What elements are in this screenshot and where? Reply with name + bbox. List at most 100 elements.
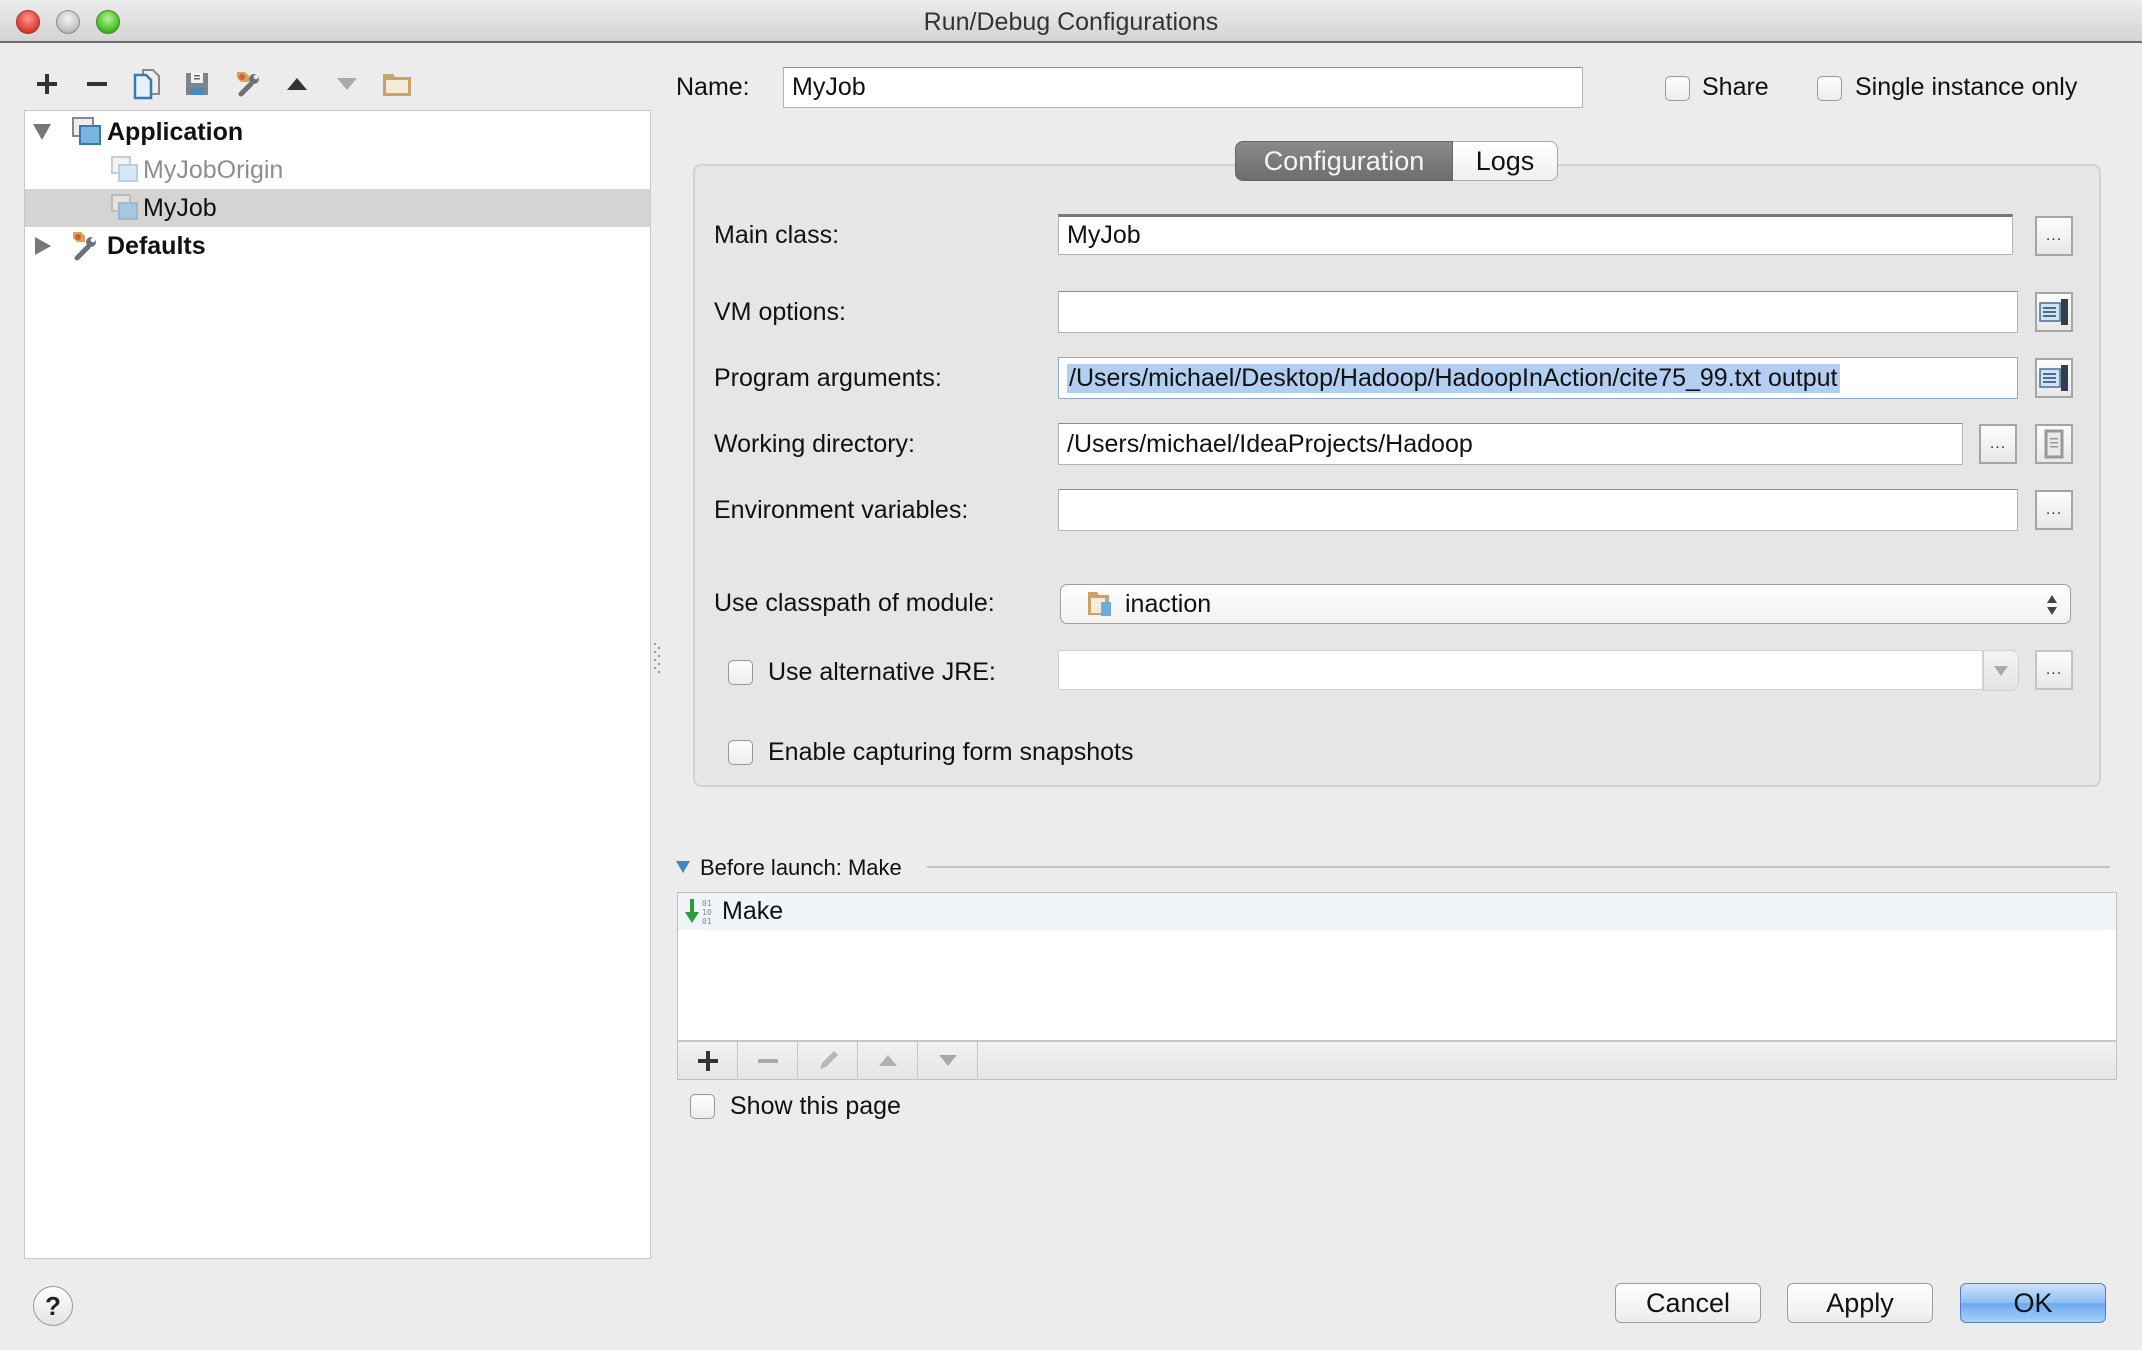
environment-variables-input[interactable] <box>1058 489 2018 531</box>
before-launch-add-button[interactable] <box>678 1042 738 1080</box>
classpath-module-label: Use classpath of module: <box>714 589 995 617</box>
help-icon: ? <box>45 1290 61 1321</box>
before-launch-toolbar <box>677 1040 2117 1080</box>
move-down-button[interactable] <box>331 68 363 100</box>
edit-defaults-button[interactable] <box>231 68 263 100</box>
classpath-module-value: inaction <box>1125 589 1212 618</box>
create-folder-button[interactable] <box>381 68 413 100</box>
remove-configuration-button[interactable] <box>81 68 113 100</box>
single-instance-checkbox[interactable] <box>1817 76 1842 101</box>
splitter-handle[interactable] <box>653 640 661 676</box>
environment-variables-label: Environment variables: <box>714 496 969 524</box>
move-up-button[interactable] <box>281 68 313 100</box>
svg-text:01: 01 <box>702 917 712 926</box>
expand-text-icon <box>2039 299 2068 325</box>
before-launch-title: Before launch: Make <box>700 855 902 880</box>
tab-configuration[interactable]: Configuration <box>1235 141 1453 181</box>
before-launch-edit-button[interactable] <box>798 1042 858 1080</box>
collapse-triangle-icon[interactable] <box>676 861 690 873</box>
vm-options-input[interactable] <box>1058 291 2018 333</box>
alternative-jre-input[interactable] <box>1058 650 1983 690</box>
apply-button[interactable]: Apply <box>1787 1283 1933 1323</box>
vm-options-label: VM options: <box>714 298 847 326</box>
show-this-page-checkbox[interactable] <box>690 1094 715 1119</box>
configuration-panel <box>693 164 2101 787</box>
module-icon <box>1088 592 1111 616</box>
move-up-icon <box>287 78 307 90</box>
tree-label: Application <box>107 117 244 146</box>
copy-icon <box>133 69 160 100</box>
macro-icon <box>2044 429 2064 459</box>
program-arguments-expand-button[interactable] <box>2035 358 2073 398</box>
working-directory-input[interactable]: /Users/michael/IdeaProjects/Hadoop <box>1058 423 1963 465</box>
minus-icon <box>757 1059 778 1063</box>
add-configuration-button[interactable] <box>31 68 63 100</box>
tree-label: MyJobOrigin <box>143 155 284 184</box>
plus-icon <box>697 1051 718 1071</box>
tree-item-myjob[interactable]: MyJob <box>25 189 650 227</box>
tree-item-myjoborigin[interactable]: MyJobOrigin <box>25 151 650 189</box>
title-bar: Run/Debug Configurations <box>0 0 2142 43</box>
collapsed-arrow-icon[interactable] <box>35 237 51 255</box>
alternative-jre-label: Use alternative JRE: <box>768 658 996 686</box>
share-checkbox[interactable] <box>1665 76 1690 101</box>
save-icon <box>186 73 208 95</box>
tree-label: MyJob <box>143 193 217 222</box>
folder-icon <box>383 74 411 96</box>
copy-configuration-button[interactable] <box>131 68 163 100</box>
application-icon <box>72 117 101 145</box>
minus-icon <box>87 82 107 86</box>
alternative-jre-browse-button[interactable]: ... <box>2035 650 2073 690</box>
form-snapshots-checkbox[interactable] <box>728 740 753 765</box>
program-arguments-label: Program arguments: <box>714 364 942 392</box>
move-down-icon <box>938 1055 957 1066</box>
working-directory-label: Working directory: <box>714 430 915 458</box>
vm-options-expand-button[interactable] <box>2035 292 2073 332</box>
program-arguments-input[interactable]: /Users/michael/Desktop/Hadoop/HadoopInAc… <box>1058 357 2018 399</box>
working-directory-value: /Users/michael/IdeaProjects/Hadoop <box>1067 429 1473 458</box>
main-class-value: MyJob <box>1067 221 1141 249</box>
make-icon: 01 10 01 <box>685 898 712 926</box>
application-config-icon <box>111 156 138 182</box>
chevron-down-icon <box>1994 665 2008 676</box>
show-this-page-label: Show this page <box>730 1092 901 1120</box>
alternative-jre-dropdown-button[interactable] <box>1983 650 2019 691</box>
before-launch-move-down-button[interactable] <box>918 1042 978 1080</box>
list-item-label: Make <box>722 897 784 925</box>
name-value: MyJob <box>792 73 866 101</box>
classpath-module-select[interactable]: inaction <box>1060 584 2071 624</box>
cancel-button[interactable]: Cancel <box>1615 1283 1761 1323</box>
expanded-arrow-icon[interactable] <box>33 124 51 140</box>
help-button[interactable]: ? <box>33 1286 73 1326</box>
environment-variables-browse-button[interactable]: ... <box>2035 490 2073 530</box>
main-class-input[interactable]: MyJob <box>1058 214 2013 255</box>
ok-button[interactable]: OK <box>1960 1283 2106 1323</box>
configurations-tree[interactable]: Application MyJobOrigin MyJob Defaults <box>24 110 651 1259</box>
tree-item-application[interactable]: Application <box>25 113 650 151</box>
before-launch-remove-button[interactable] <box>738 1042 798 1080</box>
program-arguments-value: /Users/michael/Desktop/Hadoop/HadoopInAc… <box>1067 363 1840 393</box>
svg-text:01: 01 <box>702 899 712 908</box>
pencil-icon <box>819 1051 838 1069</box>
edit-defaults-icon <box>237 72 259 97</box>
list-item[interactable]: 01 10 01 Make <box>678 893 2116 930</box>
main-class-browse-button[interactable]: ... <box>2035 216 2073 256</box>
working-directory-macro-button[interactable] <box>2035 424 2073 464</box>
working-directory-browse-button[interactable]: ... <box>1979 424 2017 464</box>
window-title: Run/Debug Configurations <box>923 8 1219 36</box>
tab-logs[interactable]: Logs <box>1453 141 1558 181</box>
move-down-icon <box>337 78 357 90</box>
defaults-icon <box>73 232 96 261</box>
application-config-icon <box>111 194 138 220</box>
save-configuration-button[interactable] <box>181 68 213 100</box>
expand-text-icon <box>2039 365 2068 391</box>
alternative-jre-checkbox[interactable] <box>728 660 753 685</box>
single-instance-label: Single instance only <box>1855 73 2078 101</box>
tree-label: Defaults <box>107 231 206 260</box>
plus-icon <box>37 74 57 94</box>
tree-item-defaults[interactable]: Defaults <box>25 227 650 265</box>
before-launch-divider <box>927 866 2110 868</box>
share-label: Share <box>1702 73 1769 101</box>
name-input[interactable]: MyJob <box>783 67 1583 108</box>
before-launch-move-up-button[interactable] <box>858 1042 918 1080</box>
